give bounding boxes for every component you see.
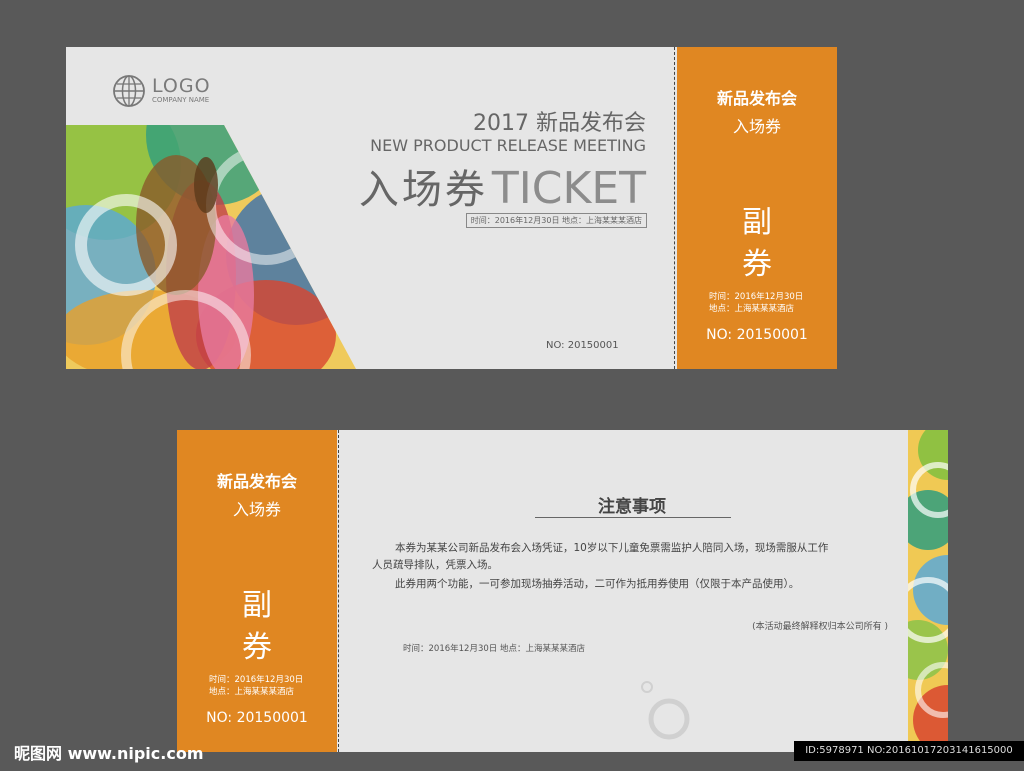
ticket-stub: 新品发布会 入场券 副 券 时间：2016年12月30日 地点：上海某某某酒店 … [177, 430, 337, 752]
watermark-id: ID:5978971 NO:20161017203141615000 [794, 741, 1024, 761]
logo-text: LOGO [152, 75, 211, 97]
stub-place: 地点：上海某某某酒店 [209, 687, 295, 697]
notice-paragraph-2: 此券用两个功能，一可参加现场抽券活动，二可作为抵用券使用（仅限于本产品使用）。 [395, 578, 800, 590]
stub-number: NO: 20150001 [206, 710, 308, 726]
stub-time: 时间：2016年12月30日 [209, 675, 304, 685]
notice-paragraph-1: 本券为某某公司新品发布会入场凭证，10岁以下儿童免票需监护人陪同入场，现场需服从… [395, 542, 829, 554]
stub-number: NO: 20150001 [706, 327, 808, 343]
back-ticket: 新品发布会 入场券 副 券 时间：2016年12月30日 地点：上海某某某酒店 … [177, 430, 948, 752]
logo: LOGO COMPANY NAME [112, 74, 211, 108]
stub-fu: 副 [242, 588, 272, 623]
ticket-number: NO: 20150001 [546, 340, 619, 351]
event-year-title: 2017 新品发布会 [473, 111, 646, 136]
ticket-heading: 入场券 TICKET [359, 157, 646, 215]
decorative-rings [641, 681, 690, 740]
stub-fu: 副 [742, 205, 772, 240]
notice-divider [535, 517, 731, 518]
time-place-info: 时间：2016年12月30日 地点：上海某某某酒店 [403, 644, 585, 654]
colorful-strip-art [908, 430, 948, 752]
stub-title: 新品发布会 [216, 472, 297, 491]
stub-subtitle: 入场券 [732, 117, 781, 136]
ticket-heading-cn: 入场券 [358, 167, 488, 213]
event-english-title: NEW PRODUCT RELEASE MEETING [370, 136, 646, 155]
colorful-petal-art [66, 125, 356, 369]
globe-icon [113, 75, 145, 107]
ticket-heading-en: TICKET [491, 163, 646, 214]
watermark-site: 昵图网 www.nipic.com [14, 744, 204, 763]
stub-time: 时间：2016年12月30日 [709, 292, 804, 302]
notice-paragraph-1-cont: 人员疏导排队，凭票入场。 [372, 559, 498, 571]
notice-title: 注意事项 [598, 497, 666, 517]
front-ticket: LOGO COMPANY NAME 2017 新品发布会 NEW PRODUCT… [66, 47, 837, 369]
stub-title: 新品发布会 [716, 89, 797, 108]
rights-note: (本活动最终解释权归本公司所有 ) [752, 622, 888, 632]
stub-subtitle: 入场券 [232, 500, 281, 519]
stub-place: 地点：上海某某某酒店 [709, 304, 795, 314]
time-place-info: 时间：2016年12月30日 地点：上海某某某酒店 [465, 213, 647, 228]
stub-quan: 券 [742, 247, 772, 282]
perforation-line [674, 47, 675, 369]
perforation-line [338, 430, 339, 752]
company-name: COMPANY NAME [152, 96, 210, 104]
stub-quan: 券 [242, 630, 272, 665]
ticket-stub: 新品发布会 入场券 副 券 时间：2016年12月30日 地点：上海某某某酒店 … [677, 47, 837, 369]
